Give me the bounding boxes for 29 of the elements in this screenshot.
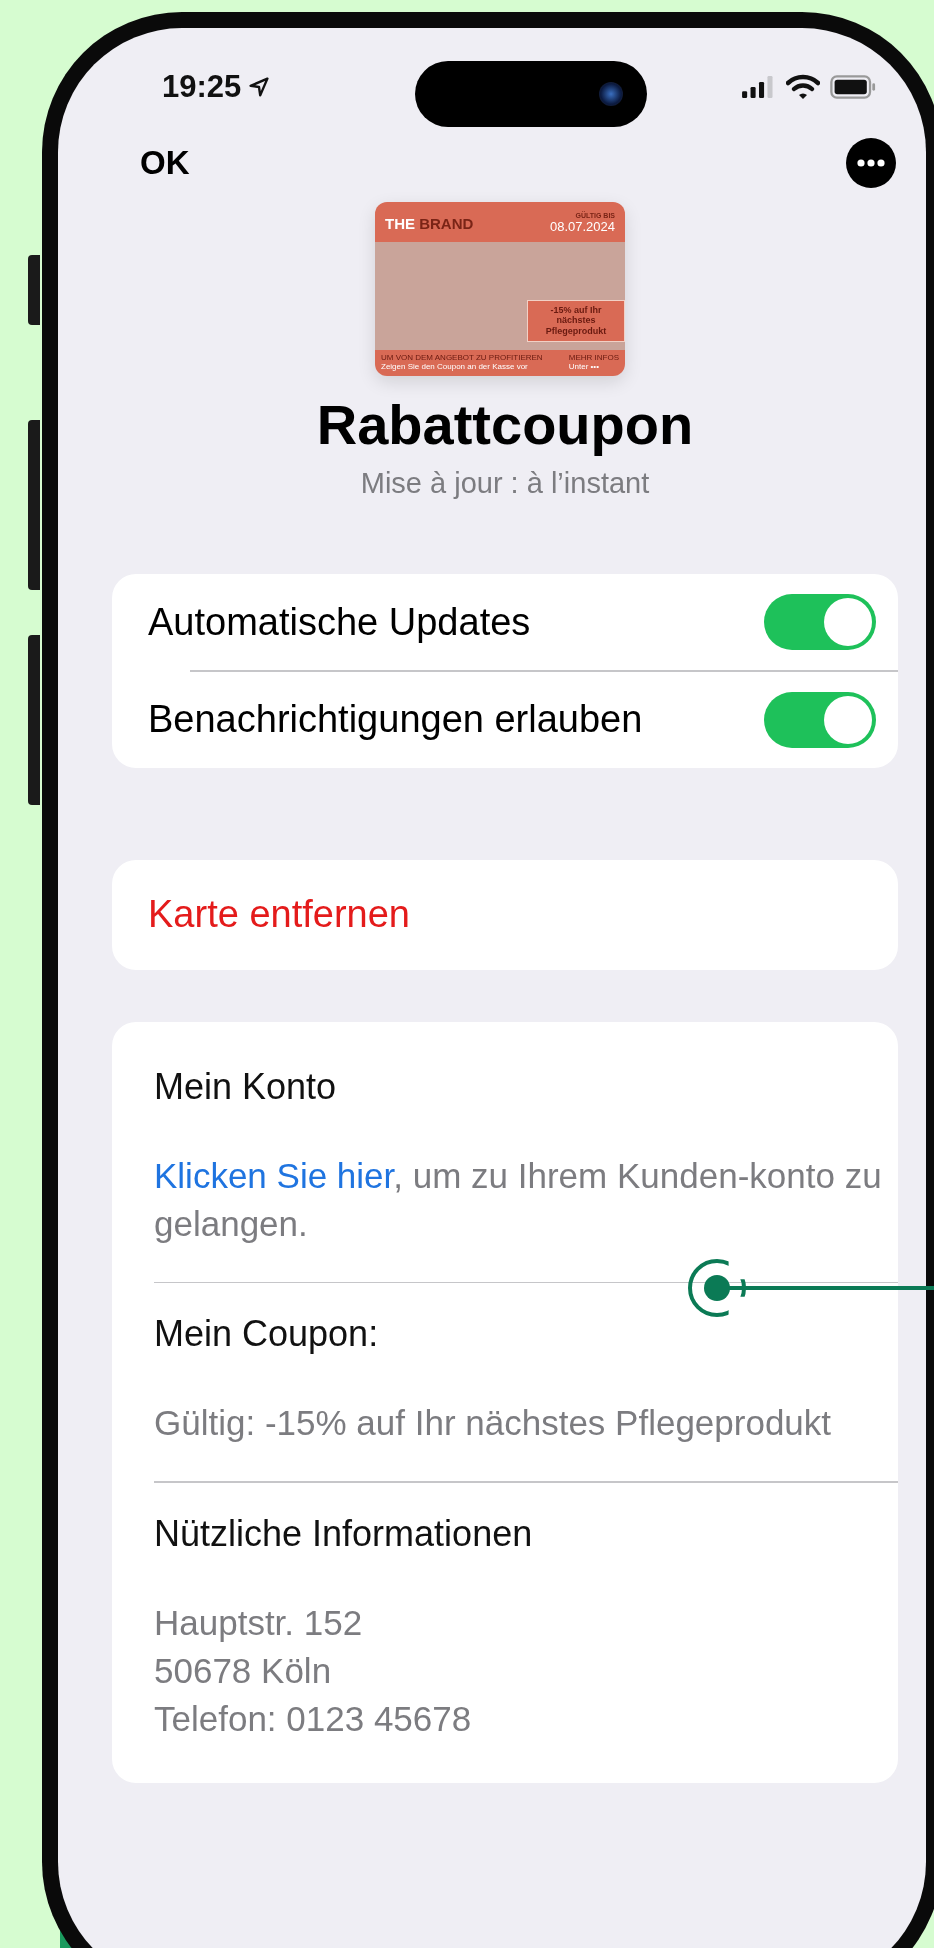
more-icon [846, 138, 896, 188]
field-label: Mein Konto [154, 1065, 338, 1108]
field-text: Gültig: -15% auf Ihr nächstes Pflegeprodukt [154, 1402, 833, 1445]
remove-card-button[interactable]: Karte entfernen [112, 859, 898, 970]
address-line: 50678 Köln [154, 1649, 333, 1692]
footer-title: UM VON DEM ANGEBOT ZU PROFITIEREN [381, 353, 543, 363]
setting-label: Benachrichtigungen erlauben [148, 698, 643, 742]
pass-title: Rabattcoupon [315, 392, 695, 458]
location-arrow-icon [247, 75, 272, 99]
footer-text: Unter ••• [568, 362, 600, 372]
footer-title: MEHR INFOS [568, 353, 619, 363]
setting-label: Automatische Updates [148, 600, 531, 644]
field-label: Nützliche Informationen [154, 1512, 534, 1555]
ok-button[interactable]: OK [140, 144, 190, 182]
footer-text: Zeigen Sie den Coupon an der Kasse vor [381, 362, 529, 372]
status-time: 19:25 [162, 69, 242, 105]
offer-label: -15% auf Ihr nächstes Pflegeprodukt [527, 299, 625, 342]
valid-date: 08.07.2024 [549, 219, 615, 234]
brand-logo: THE BRAND [385, 214, 474, 232]
update-status: Mise à jour : à l’instant [359, 467, 651, 501]
address-line: Hauptstr. 152 [154, 1601, 364, 1644]
signal-icon [742, 76, 776, 98]
more-button[interactable] [846, 138, 896, 188]
field-text: Klicken Sie hier, um zu Ihrem Kunden-konto zu gelangen. [154, 1154, 883, 1245]
wifi-icon [786, 74, 820, 100]
address-line: Telefon: 0123 45678 [154, 1697, 473, 1740]
battery-icon [830, 75, 876, 99]
account-link[interactable]: Klicken Sie hier [154, 1155, 394, 1195]
field-label: Mein Coupon: [154, 1313, 380, 1356]
